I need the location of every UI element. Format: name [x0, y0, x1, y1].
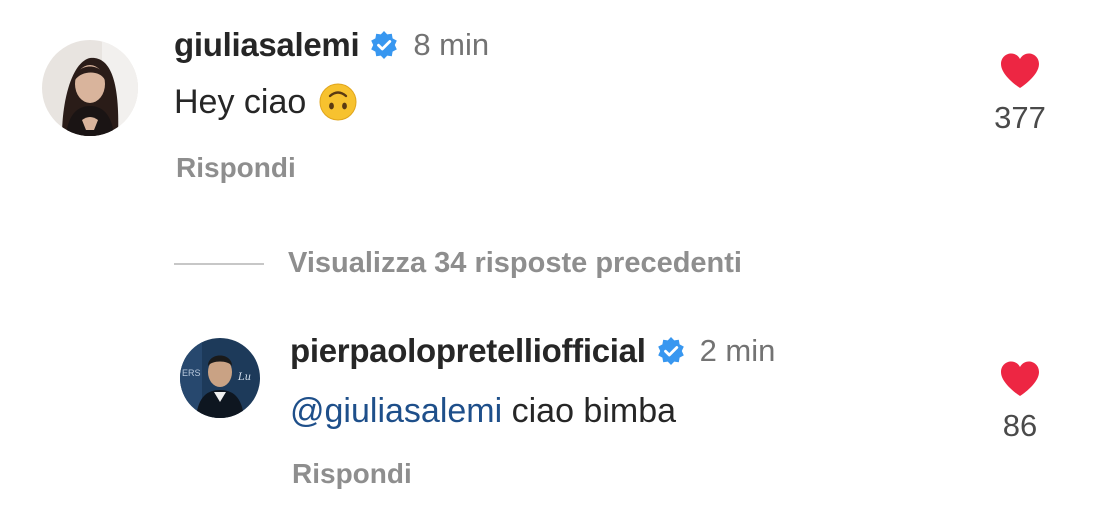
reply-button[interactable]: Rispondi: [176, 152, 296, 184]
timestamp: 8 min: [413, 27, 490, 62]
avatar[interactable]: ERS Lu: [180, 338, 260, 418]
view-replies-label: Visualizza 34 risposte precedenti: [288, 247, 742, 279]
comment-text: Hey ciao: [174, 82, 358, 122]
svg-text:Lu: Lu: [237, 372, 251, 383]
heart-icon[interactable]: [999, 360, 1041, 398]
comment-header: giuliasalemi 8 min: [174, 26, 489, 64]
comment-text: @giuliasalemi ciao bimba: [290, 392, 676, 431]
comment-item: giuliasalemi 8 min Hey ciao Rispondi 377: [0, 0, 1098, 220]
comment-header: pierpaolopretelliofficial 2 min: [290, 332, 775, 370]
like-group: 86: [980, 360, 1060, 444]
comment-body: Hey ciao: [174, 82, 307, 121]
comment-body: ciao bimba: [502, 392, 677, 430]
like-count: 377: [994, 100, 1046, 135]
heart-icon[interactable]: [999, 52, 1041, 90]
username[interactable]: giuliasalemi: [174, 26, 360, 64]
timestamp: 2 min: [699, 333, 776, 368]
divider: [174, 262, 264, 265]
like-count: 86: [1002, 408, 1038, 443]
verified-badge-icon: [369, 30, 399, 60]
verified-badge-icon: [656, 336, 686, 366]
upside-down-face-emoji-icon: [318, 82, 358, 122]
reply-comment-item: ERS Lu pierpaolopretelliofficial 2 min @…: [0, 300, 1098, 509]
svg-text:ERS: ERS: [182, 368, 201, 378]
reply-button[interactable]: Rispondi: [292, 458, 412, 490]
username[interactable]: pierpaolopretelliofficial: [290, 332, 646, 370]
mention-link[interactable]: @giuliasalemi: [290, 392, 502, 431]
avatar[interactable]: [42, 40, 138, 136]
like-group: 377: [980, 52, 1060, 136]
view-previous-replies-button[interactable]: Visualizza 34 risposte precedenti: [174, 247, 742, 280]
